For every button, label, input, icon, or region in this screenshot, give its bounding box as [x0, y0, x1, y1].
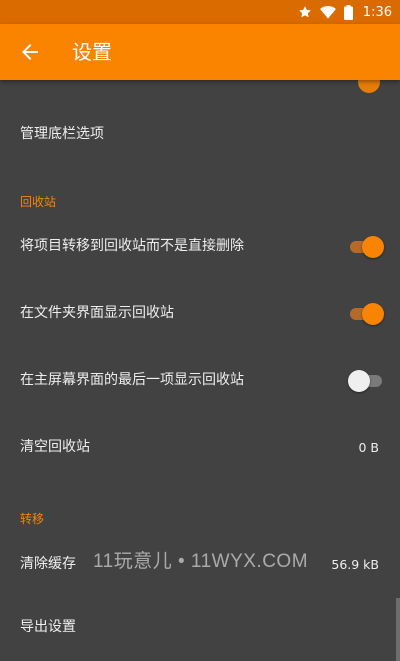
- manage-tabs-item[interactable]: 管理底栏选项: [0, 101, 400, 168]
- arrow-left-icon: [22, 44, 38, 60]
- move-to-recycle-item[interactable]: 将项目转移到回收站而不是直接删除: [0, 213, 400, 280]
- page-title: 设置: [72, 40, 112, 64]
- clear-cache-label: 清除缓存: [20, 556, 76, 572]
- status-time: 1:36: [362, 4, 392, 20]
- export-settings-item[interactable]: 导出设置: [0, 594, 400, 661]
- back-button[interactable]: [6, 28, 54, 76]
- switch-thumb: [362, 303, 384, 325]
- recycle-size-value: 0 B: [358, 440, 379, 455]
- battery-icon: [343, 4, 353, 20]
- show-recycle-folders-label: 在文件夹界面显示回收站: [20, 305, 174, 321]
- cache-size-value: 56.9 kB: [331, 557, 379, 572]
- star-icon: [298, 6, 311, 18]
- switch-thumb: [362, 236, 384, 258]
- partial-switch-thumb[interactable]: [358, 80, 380, 93]
- wifi-icon: [319, 6, 336, 19]
- status-bar: 1:36: [0, 0, 400, 24]
- move-to-recycle-switch[interactable]: [348, 236, 384, 258]
- show-recycle-last-item[interactable]: 在主屏幕界面的最后一项显示回收站: [0, 347, 400, 414]
- watermark: 11玩意儿 • 11WYX.COM: [93, 551, 309, 572]
- empty-recycle-label: 清空回收站: [20, 439, 90, 455]
- migrate-section-header: 转移: [20, 512, 45, 526]
- switch-thumb: [348, 370, 370, 392]
- status-icons: 1:36: [298, 0, 392, 24]
- show-recycle-folders-item[interactable]: 在文件夹界面显示回收站: [0, 280, 400, 347]
- settings-list[interactable]: 管理底栏选项 回收站 将项目转移到回收站而不是直接删除 在文件夹界面显示回收站 …: [0, 80, 400, 661]
- empty-recycle-item[interactable]: 清空回收站 0 B: [0, 414, 400, 481]
- show-recycle-folders-switch[interactable]: [348, 303, 384, 325]
- export-settings-label: 导出设置: [20, 619, 76, 635]
- app-bar: 设置: [0, 24, 400, 80]
- move-to-recycle-label: 将项目转移到回收站而不是直接删除: [20, 238, 244, 254]
- show-recycle-last-label: 在主屏幕界面的最后一项显示回收站: [20, 372, 244, 388]
- recycle-bin-section-header: 回收站: [20, 195, 57, 209]
- manage-tabs-label: 管理底栏选项: [20, 126, 104, 142]
- show-recycle-last-switch[interactable]: [348, 370, 384, 392]
- scrollbar[interactable]: [396, 598, 400, 661]
